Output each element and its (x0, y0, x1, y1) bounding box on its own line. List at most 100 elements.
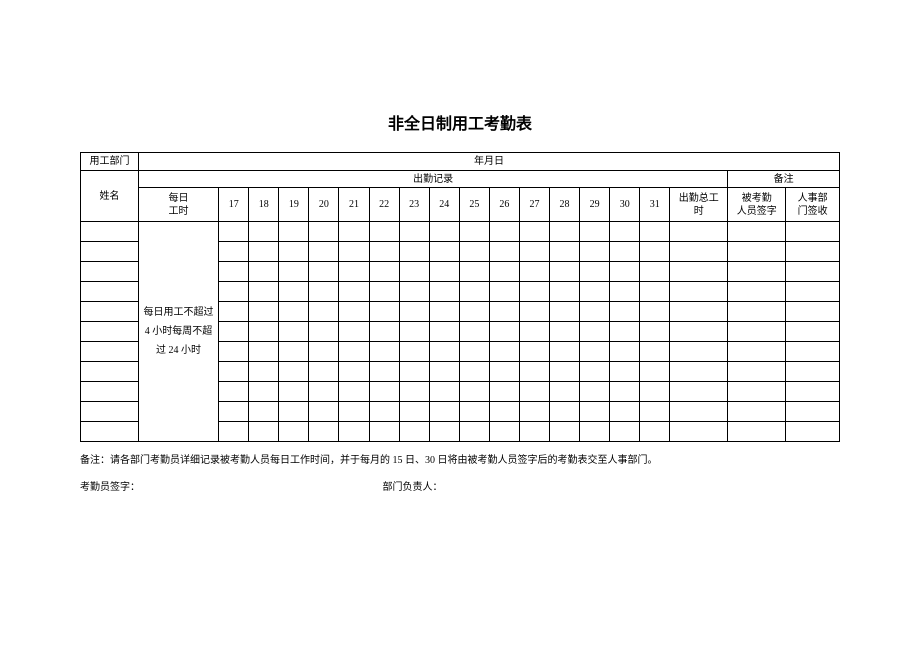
signee-cell (728, 382, 786, 402)
day-cell (640, 362, 670, 382)
signee-cell (728, 222, 786, 242)
total-cell (670, 262, 728, 282)
day-cell (489, 362, 519, 382)
day-cell (309, 382, 339, 402)
total-cell (670, 382, 728, 402)
remarks-section-label: 备注 (728, 171, 840, 188)
day-cell (610, 242, 640, 262)
name-cell (81, 342, 139, 362)
day-cell (279, 282, 309, 302)
day-cell (309, 222, 339, 242)
day-cell (610, 262, 640, 282)
day-cell (489, 382, 519, 402)
day-cell (369, 282, 399, 302)
day-cell (279, 242, 309, 262)
day-cell (399, 382, 429, 402)
day-cell (640, 282, 670, 302)
day-cell (369, 362, 399, 382)
day-header: 30 (610, 188, 640, 222)
day-cell (399, 222, 429, 242)
day-cell (640, 422, 670, 442)
day-cell (640, 342, 670, 362)
day-header: 17 (219, 188, 249, 222)
signee-cell (728, 322, 786, 342)
day-header: 26 (489, 188, 519, 222)
hr-cell (786, 322, 840, 342)
day-cell (369, 422, 399, 442)
day-header: 23 (399, 188, 429, 222)
day-cell (429, 402, 459, 422)
day-cell (249, 382, 279, 402)
day-cell (369, 382, 399, 402)
day-cell (459, 322, 489, 342)
signee-cell (728, 362, 786, 382)
day-cell (309, 282, 339, 302)
day-cell (459, 362, 489, 382)
day-cell (550, 382, 580, 402)
day-cell (369, 262, 399, 282)
day-cell (399, 282, 429, 302)
day-header: 21 (339, 188, 369, 222)
day-cell (309, 322, 339, 342)
day-cell (249, 362, 279, 382)
hr-cell (786, 302, 840, 322)
day-cell (640, 242, 670, 262)
day-cell (339, 402, 369, 422)
day-cell (640, 222, 670, 242)
name-cell (81, 242, 139, 262)
hr-cell (786, 382, 840, 402)
day-cell (489, 402, 519, 422)
day-cell (399, 362, 429, 382)
day-cell (459, 242, 489, 262)
day-cell (399, 342, 429, 362)
day-cell (489, 422, 519, 442)
day-header: 28 (550, 188, 580, 222)
day-header: 29 (580, 188, 610, 222)
day-cell (610, 322, 640, 342)
day-cell (219, 222, 249, 242)
day-cell (550, 362, 580, 382)
day-cell (309, 402, 339, 422)
day-cell (610, 382, 640, 402)
name-label: 姓名 (81, 171, 139, 222)
attendance-section-label: 出勤记录 (138, 171, 727, 188)
attendance-table: 用工部门年月日姓名出勤记录备注每日工时171819202122232425262… (80, 152, 840, 442)
day-cell (459, 262, 489, 282)
day-cell (429, 362, 459, 382)
day-cell (279, 362, 309, 382)
day-cell (580, 222, 610, 242)
day-cell (610, 302, 640, 322)
page-title: 非全日制用工考勤表 (80, 110, 840, 134)
day-cell (279, 342, 309, 362)
day-cell (339, 362, 369, 382)
day-cell (249, 282, 279, 302)
day-cell (519, 342, 549, 362)
day-cell (249, 222, 279, 242)
signee-cell (728, 402, 786, 422)
signee-cell (728, 262, 786, 282)
total-cell (670, 362, 728, 382)
signee-cell (728, 422, 786, 442)
day-cell (339, 222, 369, 242)
day-cell (249, 262, 279, 282)
day-cell (610, 402, 640, 422)
day-cell (580, 382, 610, 402)
day-header: 19 (279, 188, 309, 222)
name-cell (81, 322, 139, 342)
day-cell (489, 282, 519, 302)
day-cell (219, 422, 249, 442)
name-cell (81, 362, 139, 382)
day-header: 27 (519, 188, 549, 222)
day-cell (580, 282, 610, 302)
day-cell (369, 222, 399, 242)
day-cell (519, 242, 549, 262)
day-cell (219, 342, 249, 362)
day-cell (610, 362, 640, 382)
day-cell (429, 342, 459, 362)
signee-label: 被考勤人员签字 (728, 188, 786, 222)
day-cell (429, 262, 459, 282)
day-cell (640, 322, 670, 342)
day-cell (519, 382, 549, 402)
day-cell (309, 342, 339, 362)
day-cell (279, 222, 309, 242)
